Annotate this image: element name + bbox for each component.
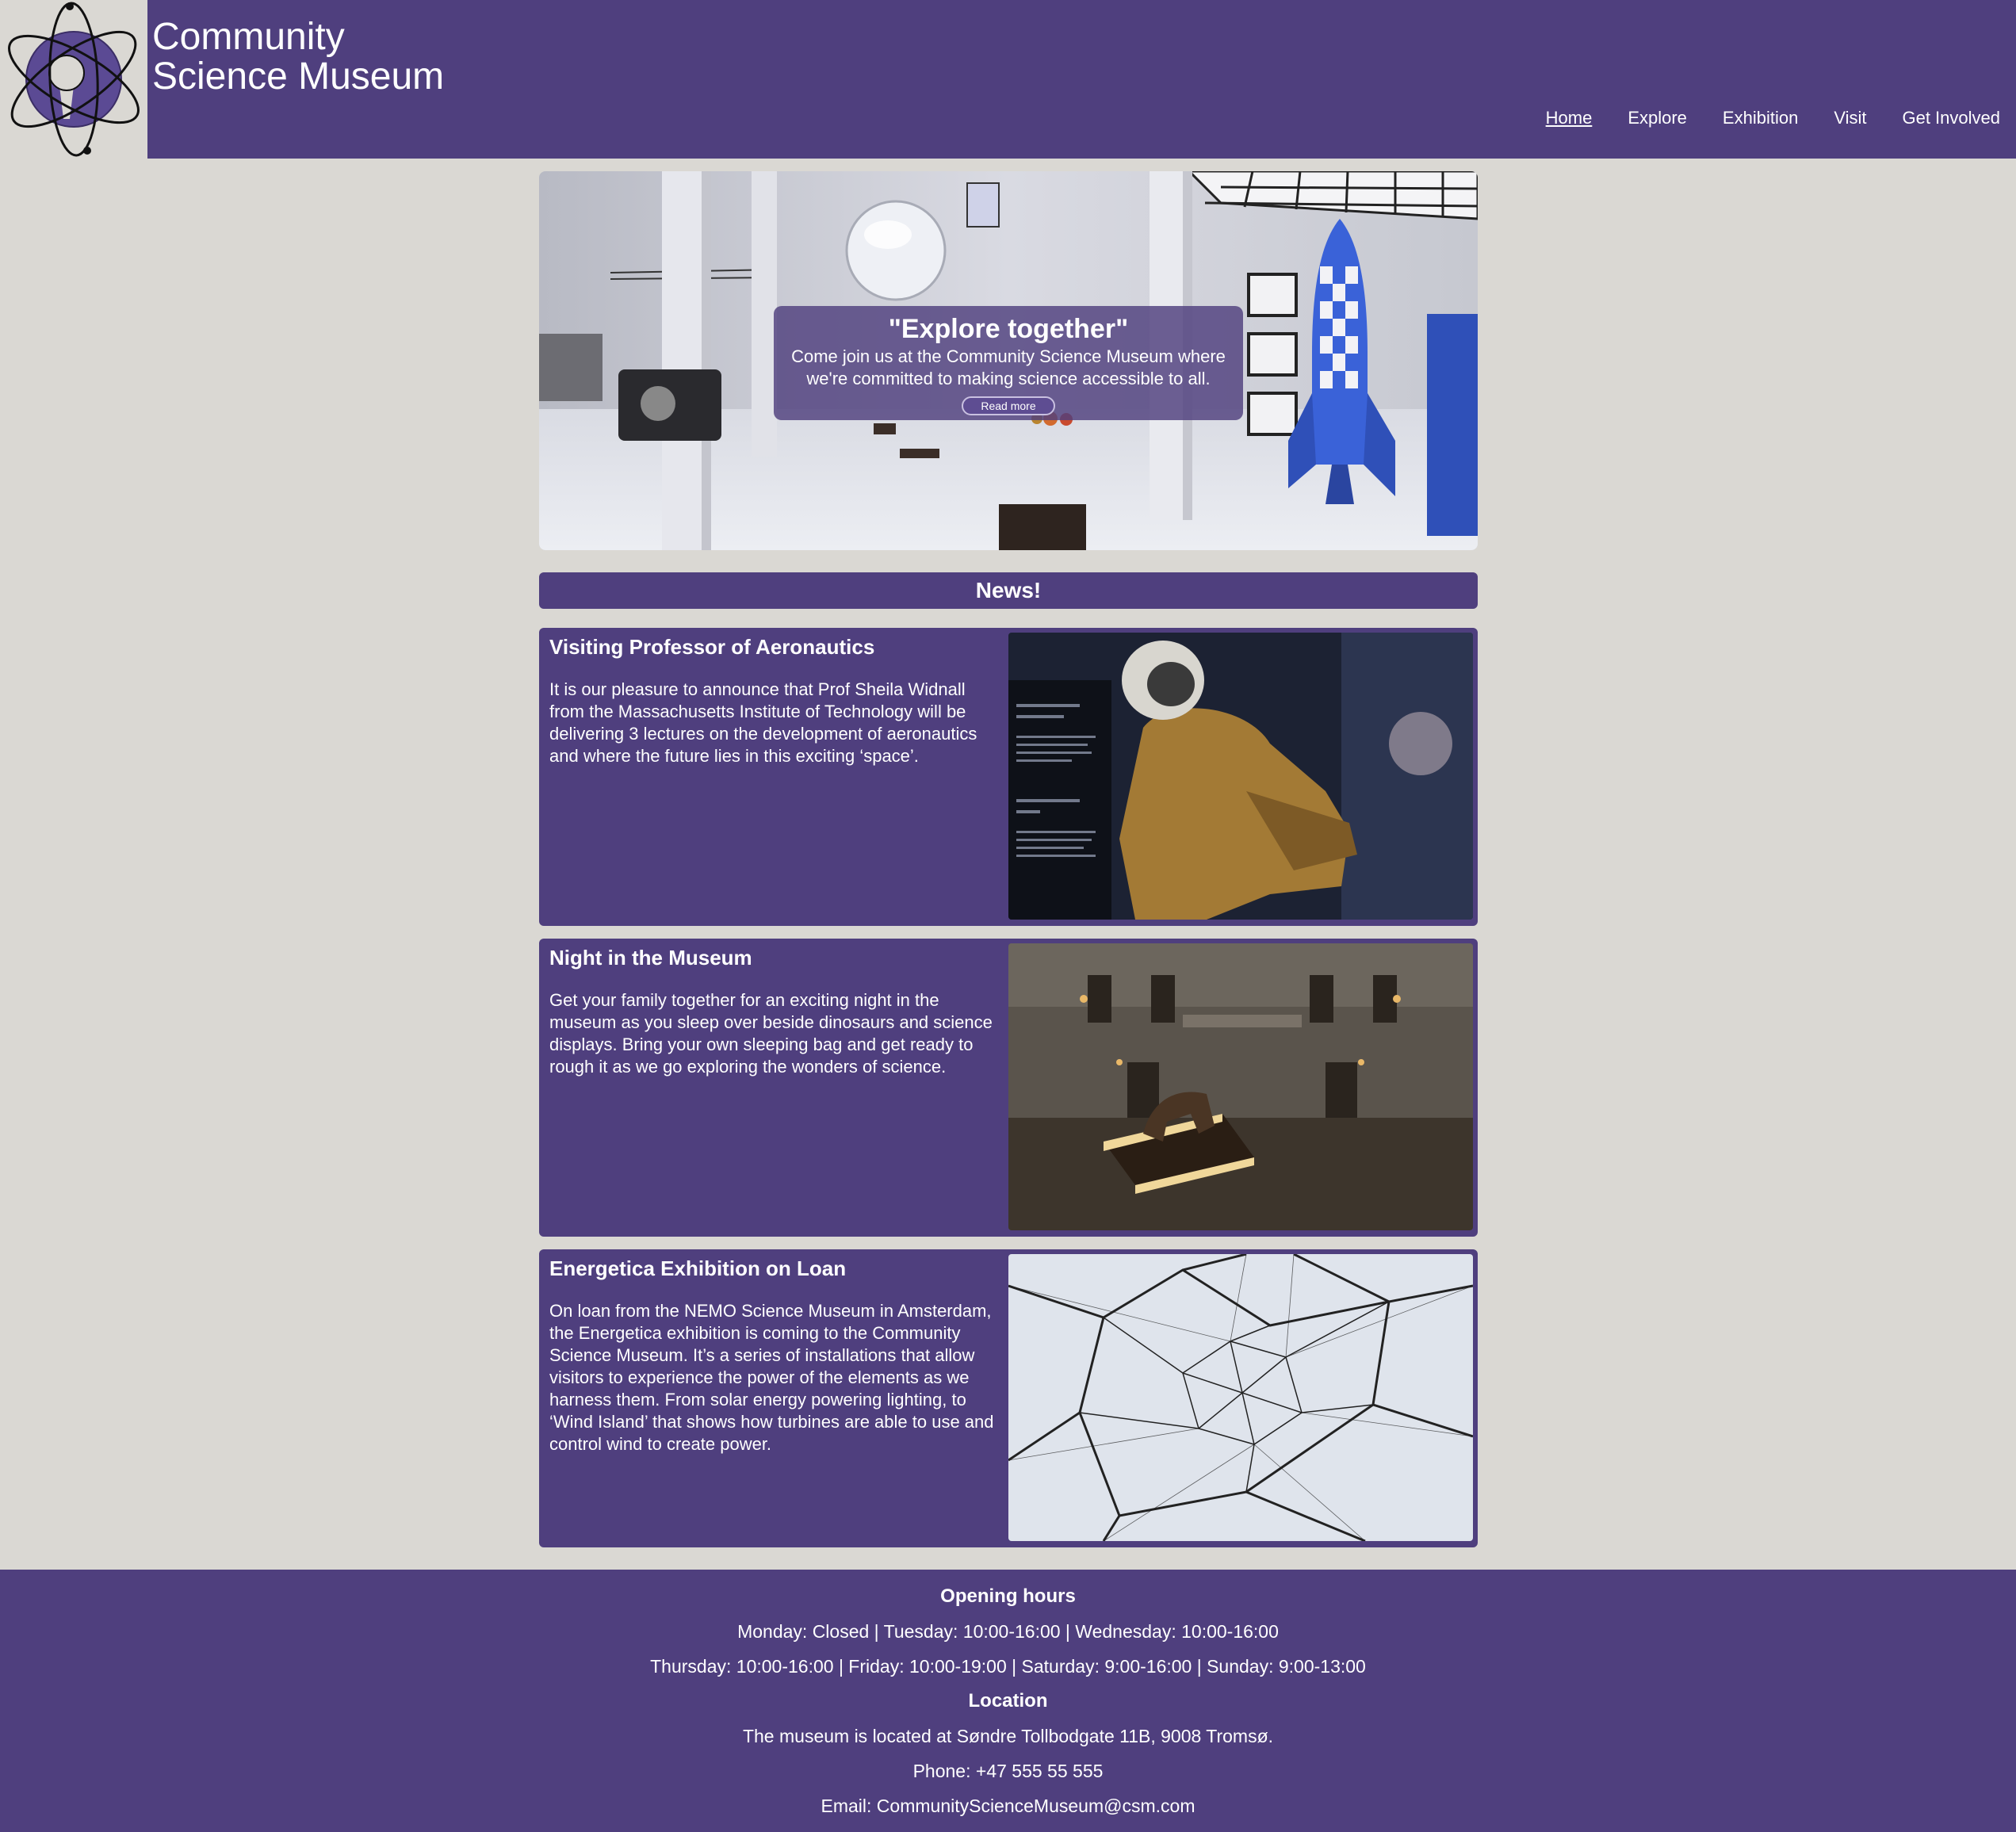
news-card-title[interactable]: Visiting Professor of Aeronautics (549, 634, 874, 660)
opening-hours-line1: Monday: Closed | Tuesday: 10:00-16:00 | … (737, 1621, 1279, 1642)
nav-item-get-involved[interactable]: Get Involved (1902, 108, 2000, 128)
hero-text-line2: we're committed to making science access… (806, 369, 1211, 388)
hero-text: Come join us at the Community Science Mu… (774, 346, 1243, 390)
news-card: Energetica Exhibition on Loan On loan fr… (539, 1249, 1478, 1547)
main-nav: Home Explore Exhibition Visit Get Involv… (1546, 108, 2000, 128)
hero-text-line1: Come join us at the Community Science Mu… (791, 346, 1226, 366)
news-card-body: It is our pleasure to announce that Prof… (549, 679, 977, 766)
site-footer: Opening hours Monday: Closed | Tuesday: … (0, 1570, 2016, 1832)
atom-keyhole-logo-icon (8, 2, 140, 157)
nav-item-visit[interactable]: Visit (1834, 108, 1866, 128)
nav-item-explore[interactable]: Explore (1628, 108, 1687, 128)
hero-heading: "Explore together" (888, 314, 1129, 344)
logo[interactable] (0, 0, 147, 159)
read-more-button[interactable]: Read more (962, 396, 1055, 415)
news-card-body: Get your family together for an exciting… (549, 990, 993, 1077)
opening-hours-heading: Opening hours (940, 1585, 1076, 1607)
news-card: Night in the Museum Get your family toge… (539, 939, 1478, 1237)
site-header: Community Science Museum Home Explore Ex… (0, 0, 2016, 159)
nav-item-exhibition[interactable]: Exhibition (1723, 108, 1798, 128)
nav-item-home[interactable]: Home (1546, 108, 1593, 128)
location-heading: Location (968, 1690, 1048, 1712)
web-installation-image (1008, 1254, 1473, 1541)
site-title[interactable]: Community Science Museum (152, 17, 444, 97)
hero-banner: "Explore together" Come join us at the C… (539, 171, 1478, 550)
email-text[interactable]: Email: CommunityScienceMuseum@csm.com (0, 1795, 2016, 1817)
astronaut-exhibit-image (1008, 633, 1473, 920)
museum-rotunda-image (1008, 943, 1473, 1230)
news-card: Visiting Professor of Aeronautics It is … (539, 628, 1478, 926)
hero-card: "Explore together" Come join us at the C… (774, 306, 1243, 420)
site-title-line1: Community (152, 16, 345, 58)
news-heading: News! (539, 572, 1478, 609)
news-card-body: On loan from the NEMO Science Museum in … (549, 1301, 994, 1454)
phone-text[interactable]: Phone: +47 555 55 555 (0, 1760, 2016, 1782)
address-text: The museum is located at Søndre Tollbodg… (742, 1726, 1274, 1746)
news-card-title[interactable]: Night in the Museum (549, 945, 752, 970)
site-title-line2: Science Museum (152, 55, 445, 98)
opening-hours-line2: Thursday: 10:00-16:00 | Friday: 10:00-19… (650, 1656, 1366, 1677)
news-card-title[interactable]: Energetica Exhibition on Loan (549, 1256, 846, 1281)
